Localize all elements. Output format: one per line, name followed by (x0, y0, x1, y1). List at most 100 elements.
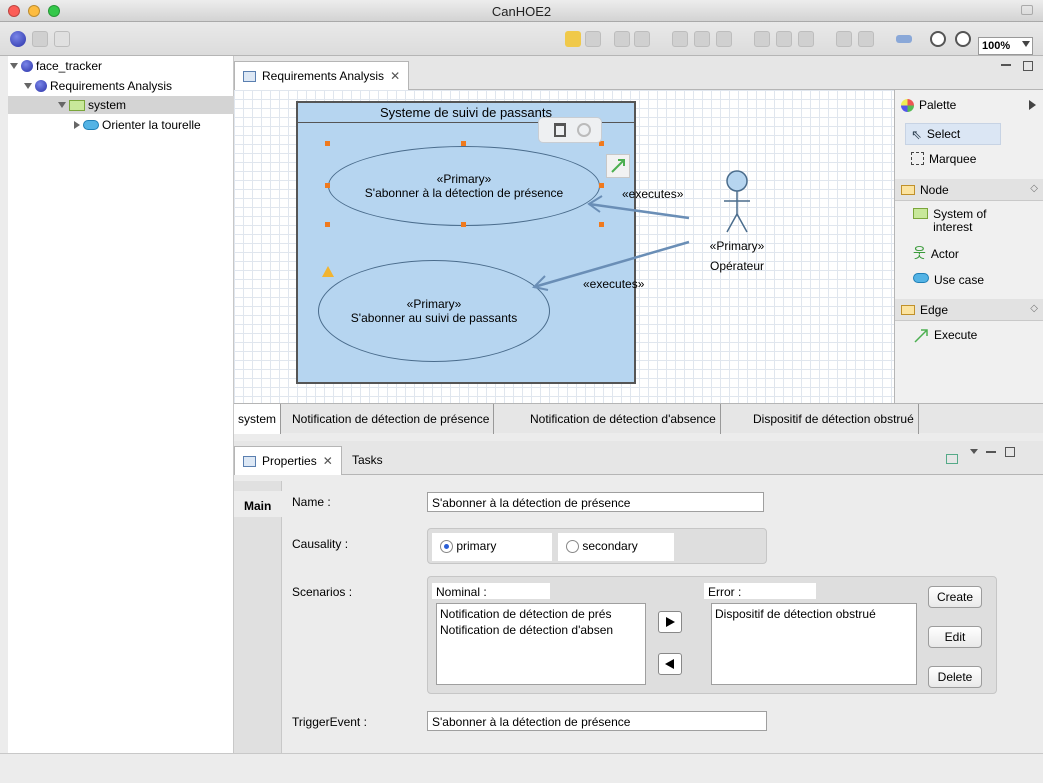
tree-item-label: system (88, 98, 127, 112)
use-case-icon (83, 120, 99, 130)
subtab-system[interactable]: system (234, 404, 282, 434)
move-right-button[interactable] (658, 611, 682, 633)
save-icon[interactable] (32, 31, 48, 47)
pin-view-icon[interactable] (946, 454, 958, 464)
maximize-icon[interactable] (1023, 61, 1033, 71)
list-item[interactable]: Dispositif de détection obstrué (715, 606, 913, 622)
actor-icon: 웃 (913, 245, 926, 261)
align-right-icon[interactable] (716, 31, 732, 47)
scenarios-group: Nominal : Notification de détection de p… (427, 576, 997, 694)
palette-system-of-interest[interactable]: System of interest (913, 208, 1023, 234)
trigger-event-field[interactable]: S'abonner à la détection de présence (427, 711, 767, 731)
trigger-event-label: TriggerEvent : (292, 715, 367, 729)
palette-marquee-tool[interactable]: Marquee (911, 152, 976, 166)
subtab-notification-presence[interactable]: Notification de détection de présence (288, 404, 495, 434)
arrow-right-icon (666, 617, 675, 627)
tab-tasks[interactable]: Tasks (352, 453, 383, 467)
zoom-dropdown-icon[interactable] (1022, 41, 1030, 47)
drawer-label: Node (920, 182, 949, 197)
align-middle-icon[interactable] (776, 31, 792, 47)
palette-node-drawer[interactable]: Node ◇ (895, 179, 1043, 201)
match-width-icon[interactable] (836, 31, 852, 47)
close-tab-icon[interactable]: ✕ (390, 69, 400, 83)
scenarios-label: Scenarios : (292, 585, 353, 599)
list-item[interactable]: Notification de détection d'absen (440, 622, 642, 638)
palette-title: Palette (919, 98, 957, 112)
radio-primary[interactable]: primary (432, 533, 552, 561)
tool-label: Select (926, 127, 961, 141)
align-bottom-icon[interactable] (798, 31, 814, 47)
pointer-icon: ⇖ (911, 127, 922, 142)
minimize-icon[interactable] (1001, 64, 1011, 66)
palette-panel: Palette ⇖ Select Marquee Node ◇ System o… (894, 90, 1043, 403)
delete-button[interactable]: Delete (928, 666, 982, 688)
create-button[interactable]: Create (928, 586, 982, 608)
folder-icon (913, 208, 929, 219)
paste-icon[interactable] (634, 31, 650, 47)
edit-button[interactable]: Edit (928, 626, 982, 648)
project-ball-icon (21, 60, 33, 72)
zoom-out-icon[interactable] (930, 31, 946, 47)
list-item[interactable]: Notification de détection de prés (440, 606, 642, 622)
edge-label[interactable]: «executes» (622, 187, 683, 201)
expand-arrow-icon[interactable] (24, 83, 32, 89)
new-project-icon[interactable] (10, 31, 26, 47)
palette-use-case[interactable]: Use case (913, 273, 984, 287)
radio-selected-icon (440, 540, 453, 554)
zoom-in-icon[interactable] (955, 31, 971, 47)
redo-icon[interactable] (585, 31, 601, 47)
expand-arrow-icon[interactable] (58, 102, 66, 108)
move-left-button[interactable] (658, 653, 682, 675)
error-list[interactable]: Dispositif de détection obstrué (711, 603, 917, 685)
nominal-list[interactable]: Notification de détection de prés Notifi… (436, 603, 646, 685)
edge-label[interactable]: «executes» (583, 277, 644, 291)
palette-actor[interactable]: 웃 Actor (913, 245, 959, 261)
minimize-icon[interactable] (986, 451, 996, 453)
expand-arrow-icon[interactable] (10, 63, 18, 69)
drawer-label: Edge (920, 302, 949, 317)
palette-select-tool[interactable]: ⇖ Select (905, 123, 1001, 145)
copy-icon[interactable] (614, 31, 630, 47)
edge-tool-icon[interactable] (896, 35, 912, 43)
palette-edge-drawer[interactable]: Edge ◇ (895, 299, 1043, 321)
folder-icon (69, 99, 85, 111)
tree-item-orienter-la-tourelle[interactable]: Orienter la tourelle (74, 117, 201, 133)
tab-requirements-analysis[interactable]: Requirements Analysis ✕ (234, 61, 410, 90)
side-tab-main[interactable]: Main (234, 491, 282, 517)
drawer-folder-icon (901, 184, 915, 195)
radio-label: primary (456, 539, 497, 553)
tree-item-face-tracker[interactable]: face_tracker (10, 58, 102, 74)
drawer-pin-icon[interactable]: ◇ (1030, 183, 1038, 194)
tree-item-label: Orienter la tourelle (102, 118, 201, 132)
tree-item-system[interactable]: system (8, 96, 234, 114)
arrow-left-icon (665, 659, 674, 669)
actor-operateur[interactable]: «Primary» Opérateur (689, 236, 785, 276)
undo-icon[interactable] (565, 31, 581, 47)
collapse-palette-icon[interactable] (1029, 100, 1036, 110)
palette-execute[interactable]: Execute (913, 328, 977, 344)
palette-header: Palette (895, 94, 1043, 116)
radio-secondary[interactable]: secondary (558, 533, 674, 561)
match-height-icon[interactable] (858, 31, 874, 47)
save-all-icon[interactable] (54, 31, 70, 47)
error-label: Error : (704, 583, 816, 599)
diagram-canvas[interactable]: Systeme de suivi de passants «Primary» S… (234, 90, 894, 403)
use-case-icon (913, 273, 929, 283)
collapse-arrow-icon[interactable] (74, 121, 80, 129)
tree-item-requirements-analysis[interactable]: Requirements Analysis (24, 78, 172, 94)
nominal-label: Nominal : (432, 583, 550, 599)
causality-label: Causality : (292, 537, 349, 551)
align-left-icon[interactable] (672, 31, 688, 47)
name-field[interactable]: S'abonner à la détection de présence (427, 492, 764, 512)
subtab-notification-absence[interactable]: Notification de détection d'absence (526, 404, 721, 434)
align-top-icon[interactable] (754, 31, 770, 47)
maximize-icon[interactable] (1005, 447, 1015, 457)
align-center-icon[interactable] (694, 31, 710, 47)
tab-properties[interactable]: Properties ✕ (234, 446, 342, 475)
view-menu-icon[interactable] (970, 449, 978, 454)
close-tab-icon[interactable]: ✕ (323, 454, 333, 468)
subtab-dispositif-obstrue[interactable]: Dispositif de détection obstrué (749, 404, 919, 434)
fullscreen-icon[interactable] (1021, 5, 1033, 15)
drawer-pin-icon[interactable]: ◇ (1030, 303, 1038, 314)
project-tree: face_tracker Requirements Analysis syste… (8, 56, 234, 753)
